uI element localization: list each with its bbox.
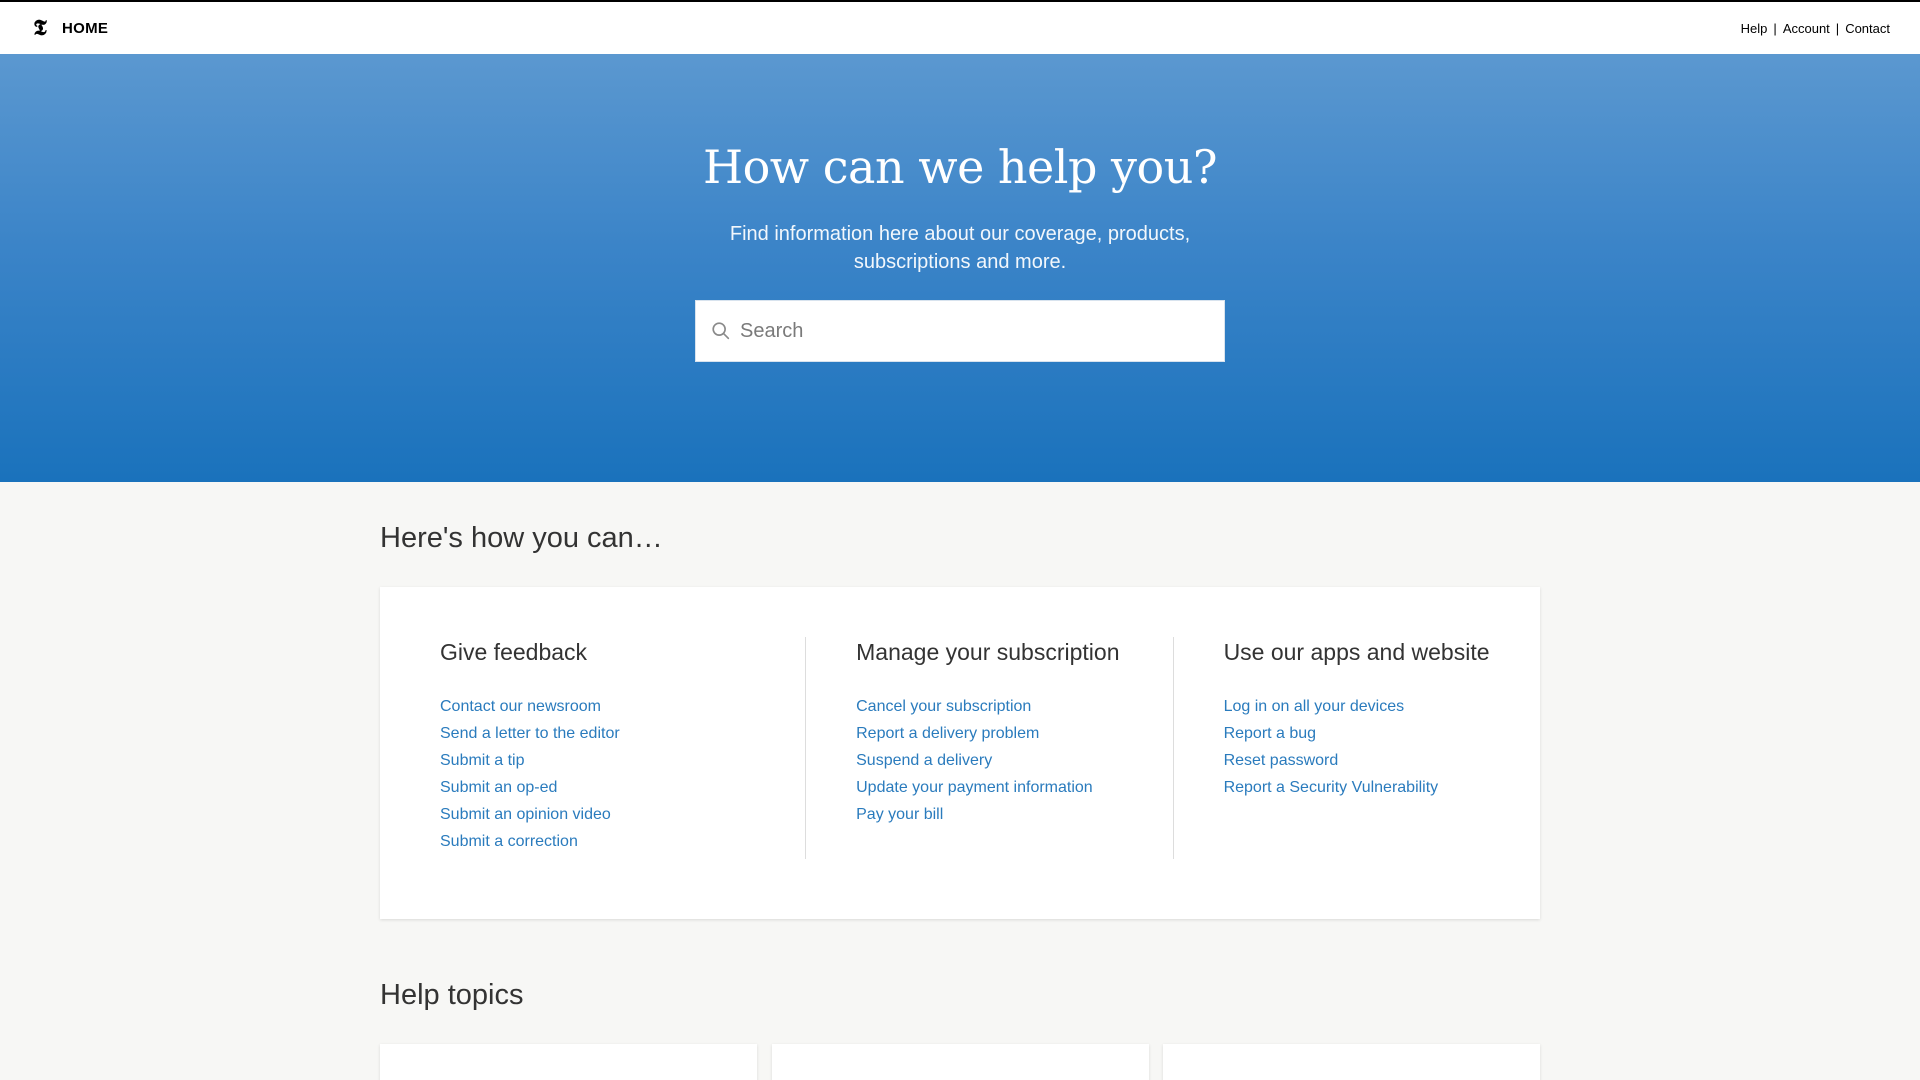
- help-link[interactable]: Help: [1741, 21, 1768, 36]
- link-contact-newsroom[interactable]: Contact our newsroom: [440, 698, 601, 715]
- link-pay-bill[interactable]: Pay your bill: [856, 806, 943, 823]
- home-label: HOME: [62, 19, 109, 37]
- topic-card[interactable]: [380, 1044, 757, 1080]
- home-link[interactable]: 𝕿 HOME: [30, 17, 108, 39]
- topic-cards: [380, 1044, 1540, 1080]
- topic-card[interactable]: [771, 1044, 1149, 1080]
- link-update-payment[interactable]: Update your payment information: [856, 779, 1093, 796]
- subscription-column: Manage your subscription Cancel your sub…: [805, 637, 1172, 859]
- help-topics-title: Help topics: [380, 979, 524, 1011]
- hero-title: How can we help you?: [702, 140, 1218, 194]
- link-opinion-video[interactable]: Submit an opinion video: [440, 806, 611, 823]
- topic-card[interactable]: [1163, 1044, 1540, 1080]
- top-bar: 𝕿 HOME Help | Account | Contact: [0, 0, 1920, 54]
- top-nav: Help | Account | Contact: [1741, 21, 1890, 36]
- search-input[interactable]: [740, 319, 1210, 343]
- search-icon: [712, 322, 730, 340]
- search-box[interactable]: [695, 300, 1225, 362]
- hero-banner: How can we help you? Find information he…: [0, 54, 1920, 482]
- contact-link[interactable]: Contact: [1845, 21, 1890, 36]
- link-login-devices[interactable]: Log in on all your devices: [1224, 698, 1405, 715]
- hero-subtitle: Find information here about our coverage…: [729, 223, 1191, 273]
- apps-column: Use our apps and website Log in on all y…: [1172, 637, 1540, 859]
- link-submit-oped[interactable]: Submit an op-ed: [440, 779, 557, 796]
- link-suspend-delivery[interactable]: Suspend a delivery: [856, 752, 992, 769]
- link-cancel-subscription[interactable]: Cancel your subscription: [856, 698, 1031, 715]
- link-submit-correction[interactable]: Submit a correction: [440, 833, 578, 850]
- how-section-title: Here's how you can…: [380, 522, 663, 554]
- link-delivery-problem[interactable]: Report a delivery problem: [856, 725, 1039, 742]
- column-heading: Manage your subscription: [856, 639, 1120, 665]
- link-letter-editor[interactable]: Send a letter to the editor: [440, 725, 620, 742]
- nav-separator: |: [1835, 20, 1840, 36]
- link-security-vulnerability[interactable]: Report a Security Vulnerability: [1224, 779, 1439, 796]
- how-card: Give feedback Contact our newsroom Send …: [380, 587, 1540, 919]
- feedback-column: Give feedback Contact our newsroom Send …: [440, 637, 805, 859]
- column-heading: Use our apps and website: [1223, 639, 1490, 665]
- link-submit-tip[interactable]: Submit a tip: [440, 752, 524, 769]
- account-link[interactable]: Account: [1783, 21, 1830, 36]
- link-report-bug[interactable]: Report a bug: [1224, 725, 1317, 742]
- column-heading: Give feedback: [440, 639, 588, 665]
- nyt-logo-icon: 𝕿: [33, 15, 47, 41]
- link-reset-password[interactable]: Reset password: [1224, 752, 1339, 769]
- nav-separator: |: [1773, 20, 1777, 36]
